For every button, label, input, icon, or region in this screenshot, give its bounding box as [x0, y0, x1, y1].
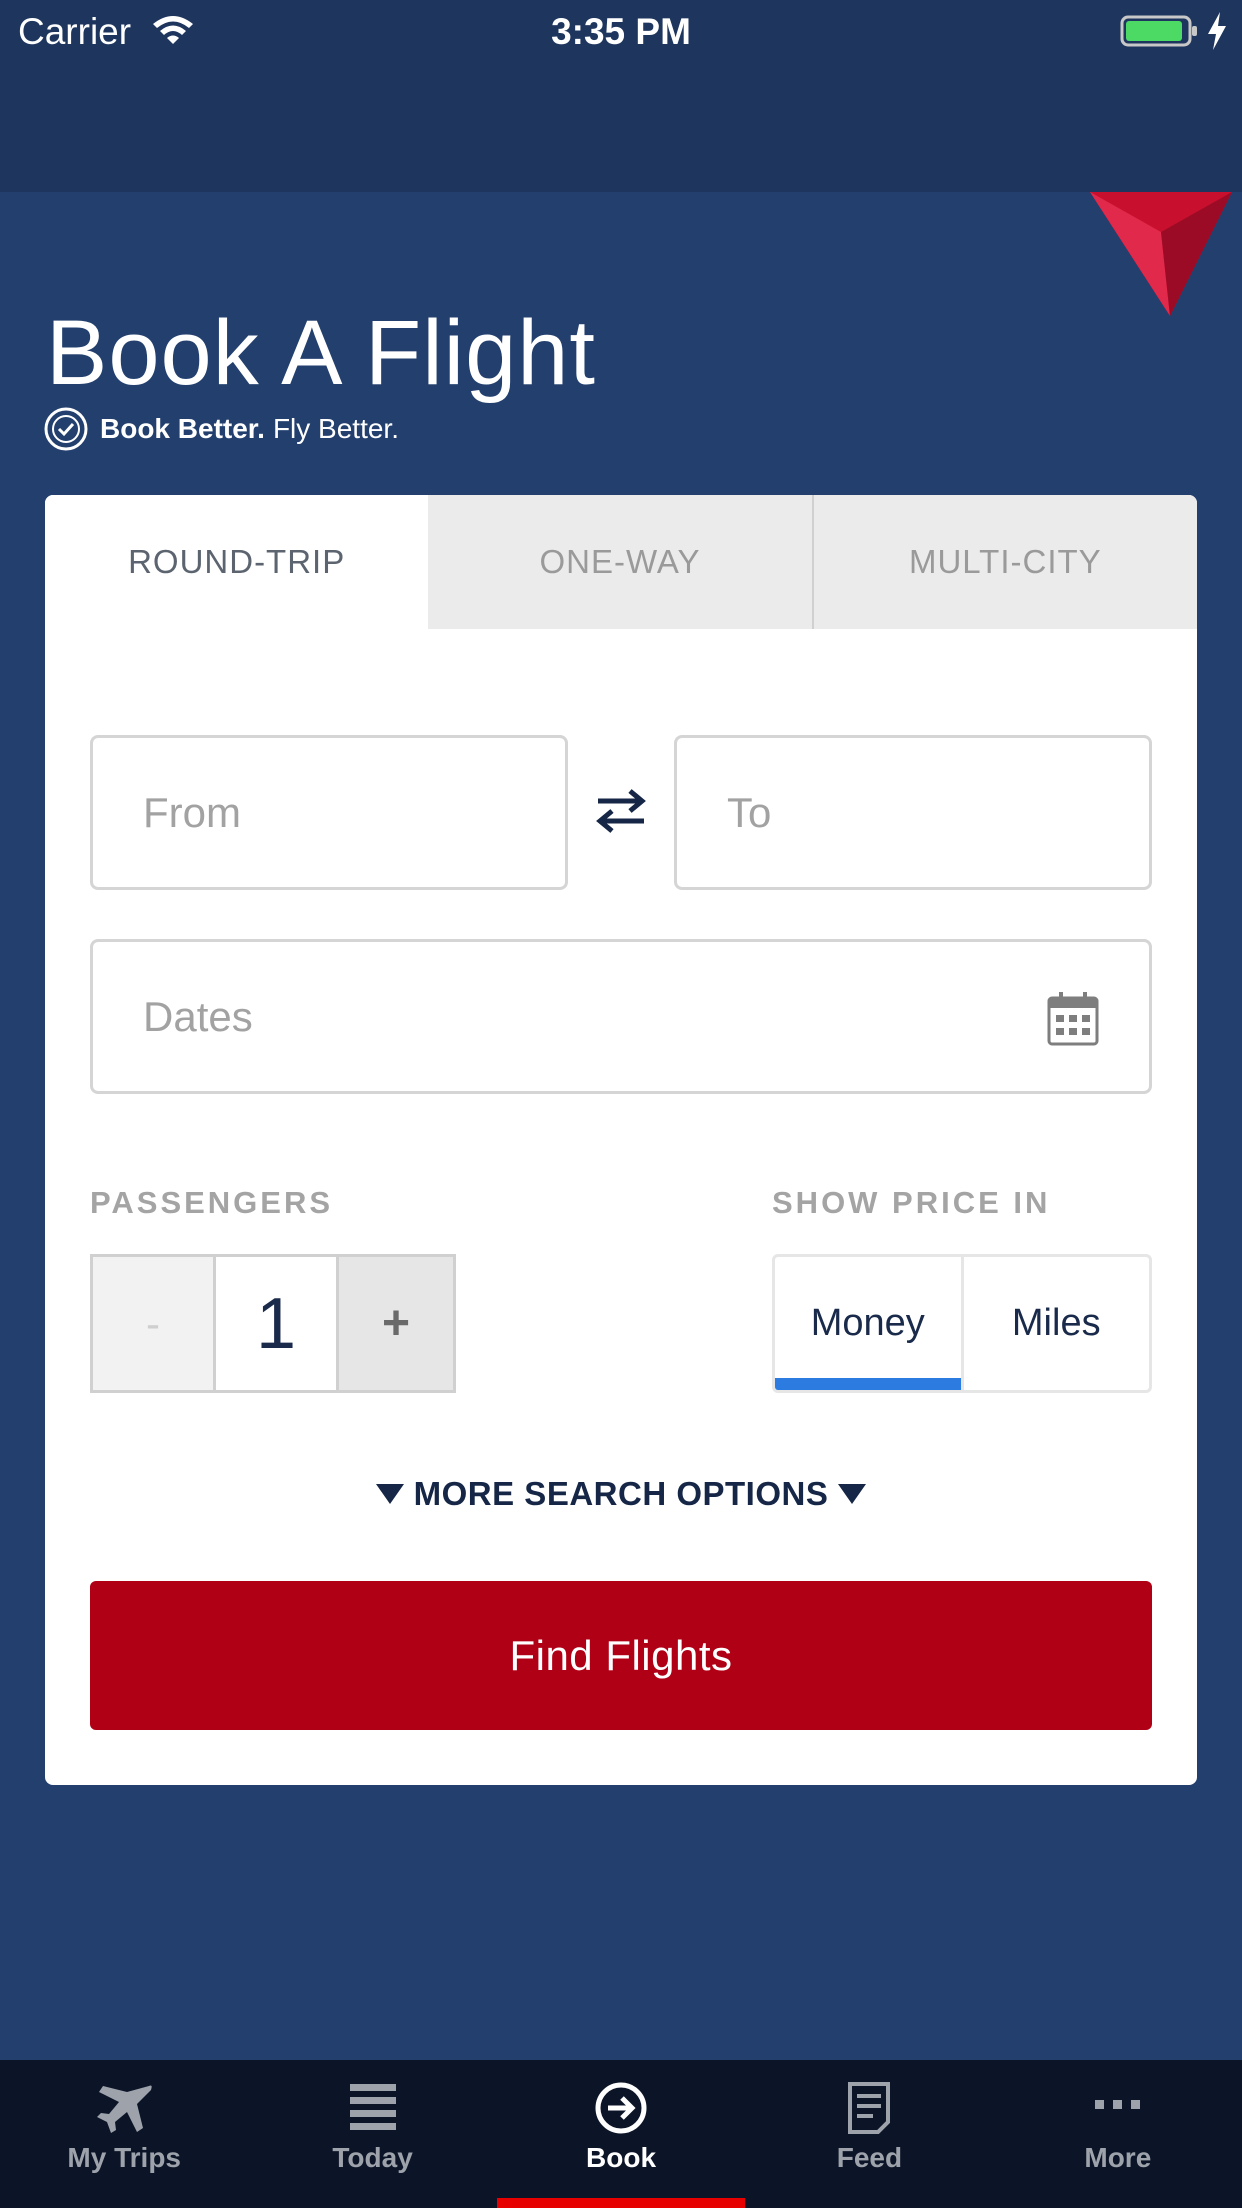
nav-label: Feed — [836, 2142, 903, 2173]
from-field[interactable]: From — [90, 735, 568, 890]
triangle-down-icon — [838, 1484, 867, 1504]
miles-option-label: Miles — [1011, 1302, 1101, 1344]
price-unit-toggle: Money Miles — [772, 1254, 1152, 1393]
to-field[interactable]: To — [674, 735, 1152, 890]
decrement-button[interactable]: - — [93, 1257, 213, 1390]
bottom-tab-bar: My Trips Today Book Feed More — [0, 2060, 1242, 2208]
trip-type-tabs: ROUND-TRIP ONE-WAY MULTI-CITY — [45, 495, 1197, 629]
to-placeholder: To — [727, 788, 772, 836]
selected-indicator — [775, 1378, 961, 1390]
nav-label: Book — [586, 2142, 657, 2173]
feed-icon — [848, 2082, 891, 2134]
tagline-regular: Fly Better. — [272, 413, 399, 444]
dates-field[interactable]: Dates — [90, 939, 1152, 1094]
booking-card: ROUND-TRIP ONE-WAY MULTI-CITY From To Da… — [45, 495, 1197, 1785]
triangle-down-icon — [375, 1484, 404, 1504]
nav-label: More — [1084, 2142, 1152, 2173]
clock: 3:35 PM — [551, 11, 691, 52]
nav-label: My Trips — [67, 2142, 181, 2173]
airplane-icon — [97, 2085, 152, 2133]
passenger-stepper: - 1 + — [90, 1254, 456, 1393]
battery-icon — [1120, 15, 1197, 47]
money-option[interactable]: Money — [775, 1257, 964, 1390]
airline-logo-icon — [1090, 192, 1232, 316]
page-title: Book A Flight — [46, 302, 596, 404]
book-arrow-icon — [595, 2082, 647, 2134]
passengers-label: PASSENGERS — [90, 1185, 334, 1220]
find-flights-button[interactable]: Find Flights — [90, 1581, 1152, 1730]
calendar-icon[interactable] — [1047, 990, 1099, 1046]
dates-placeholder: Dates — [143, 992, 253, 1040]
charging-bolt-icon — [1208, 12, 1226, 50]
more-dots-icon — [1094, 2100, 1140, 2109]
active-tab-indicator — [496, 2198, 746, 2208]
more-search-options-label: MORE SEARCH OPTIONS — [413, 1475, 829, 1512]
miles-option[interactable]: Miles — [964, 1257, 1150, 1390]
nav-book[interactable]: Book — [496, 2060, 746, 2208]
nav-label: Today — [332, 2142, 413, 2173]
tagline-bold: Book Better. — [100, 413, 265, 444]
more-search-options-link[interactable]: MORE SEARCH OPTIONS — [45, 1475, 1197, 1513]
swap-icon[interactable] — [594, 783, 648, 839]
list-icon — [349, 2084, 396, 2130]
tab-round-trip[interactable]: ROUND-TRIP — [45, 495, 429, 629]
money-option-label: Money — [810, 1302, 925, 1344]
checkmark-badge-icon — [44, 407, 88, 451]
nav-feed[interactable]: Feed — [745, 2060, 993, 2208]
show-price-label: SHOW PRICE IN — [772, 1185, 1051, 1220]
increment-button[interactable]: + — [339, 1257, 453, 1390]
nav-more[interactable]: More — [994, 2060, 1242, 2208]
nav-today[interactable]: Today — [248, 2060, 496, 2208]
tab-one-way[interactable]: ONE-WAY — [428, 495, 812, 629]
nav-my-trips[interactable]: My Trips — [0, 2060, 248, 2208]
tab-multi-city[interactable]: MULTI-CITY — [811, 495, 1197, 629]
from-placeholder: From — [143, 788, 241, 836]
tagline: Book Better. Fly Better. — [44, 406, 399, 452]
status-bar: Carrier 3:35 PM — [0, 0, 1242, 192]
passenger-count: 1 — [213, 1257, 339, 1390]
